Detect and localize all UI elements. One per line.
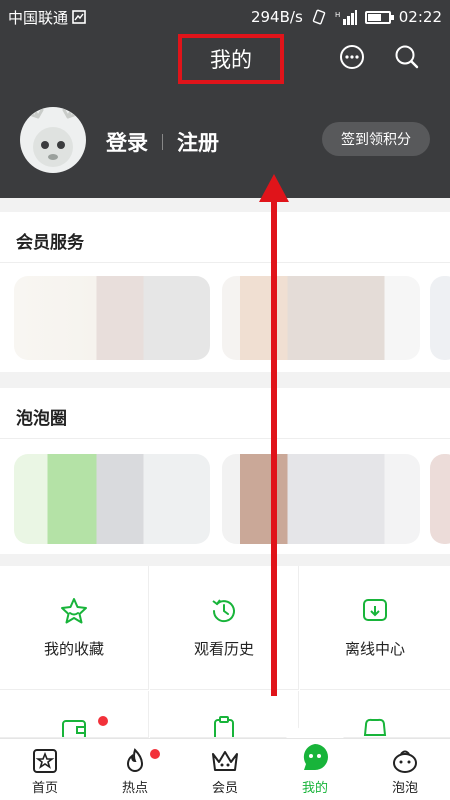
favorites-label: 我的收藏: [43, 640, 104, 658]
login-link[interactable]: 登录: [106, 127, 148, 157]
battery-icon: [364, 10, 394, 24]
member-tile-2[interactable]: [222, 276, 420, 360]
carrier-name: 中国联通: [8, 8, 69, 27]
member-services-title: 会员服务: [16, 233, 84, 253]
divider: [162, 134, 163, 150]
deer-mascot-icon: [30, 107, 76, 167]
clipboard-icon: [214, 716, 234, 737]
carrier-group: 中国联通: [8, 7, 86, 28]
history-clock-icon: [212, 599, 235, 623]
bubble-tile-1[interactable]: [14, 454, 210, 544]
login-register-group: 登录 注册: [106, 127, 219, 157]
tab-home[interactable]: 首页: [0, 739, 90, 800]
signal-icon: H: [335, 10, 357, 25]
bubble-circle-card: 泡泡圈: [0, 388, 450, 554]
svg-text:H: H: [335, 11, 340, 19]
message-icon[interactable]: [338, 43, 366, 71]
bubble-circle-title: 泡泡圈: [16, 409, 67, 429]
wallet-button[interactable]: [0, 691, 149, 738]
feature-grid: 我的收藏 观看历史 离线中心: [0, 566, 450, 738]
search-icon[interactable]: [393, 43, 421, 71]
bubble-tile-2[interactable]: [222, 454, 420, 544]
page-title: 我的: [178, 34, 284, 84]
annotation-arrow-head: [259, 174, 289, 202]
network-speed: 294B/s: [250, 8, 303, 26]
status-bar: 中国联通 294B/s H 02:22: [0, 0, 450, 34]
tab-vip-label: 会员: [211, 781, 238, 796]
image-notification-icon: [72, 10, 86, 24]
favorites-button[interactable]: 我的收藏: [0, 566, 149, 690]
tab-me-label: 我的: [301, 781, 328, 796]
bubble-icon: [393, 750, 417, 773]
history-label: 观看历史: [193, 640, 254, 658]
member-services-card: 会员服务: [0, 212, 450, 372]
checkin-button[interactable]: 签到领积分: [322, 122, 430, 156]
divider: [0, 262, 450, 263]
tab-hot[interactable]: 热点: [90, 739, 180, 800]
clipboard-button[interactable]: [150, 691, 299, 738]
star-icon: [61, 598, 87, 624]
bubble-tile-3[interactable]: [430, 454, 450, 544]
annotation-arrow-shaft: [271, 196, 277, 696]
wallet-icon: [62, 720, 86, 737]
avatar[interactable]: [20, 107, 86, 173]
hot-notification-dot: [150, 749, 160, 759]
profile-header: 我的 登录 注册 签到领积分: [0, 34, 450, 198]
divider: [0, 438, 450, 439]
me-icon: [303, 744, 328, 770]
tab-bubble-label: 泡泡: [391, 781, 418, 796]
gamepad-icon: [363, 718, 387, 736]
member-tile-3[interactable]: [430, 276, 450, 360]
register-link[interactable]: 注册: [177, 127, 219, 157]
offline-center-button[interactable]: 离线中心: [300, 566, 450, 690]
bottom-tab-bar: 首页 热点 会员 我的 泡泡: [0, 738, 450, 800]
clock: 02:22: [398, 8, 442, 26]
tab-bubble[interactable]: 泡泡: [360, 739, 450, 800]
crown-icon: [212, 751, 238, 771]
tab-hot-label: 热点: [121, 781, 148, 796]
download-icon: [363, 599, 387, 621]
tab-vip[interactable]: 会员: [180, 739, 270, 800]
home-icon: [33, 749, 57, 773]
tab-me[interactable]: 我的: [270, 739, 360, 800]
status-right: 294B/s H 02:22: [251, 8, 442, 26]
flame-icon: [126, 748, 144, 772]
vibrate-icon: [312, 9, 325, 25]
tab-home-label: 首页: [31, 781, 58, 796]
notification-dot: [98, 716, 108, 726]
member-tile-1[interactable]: [14, 276, 210, 360]
offline-center-label: 离线中心: [344, 640, 405, 658]
